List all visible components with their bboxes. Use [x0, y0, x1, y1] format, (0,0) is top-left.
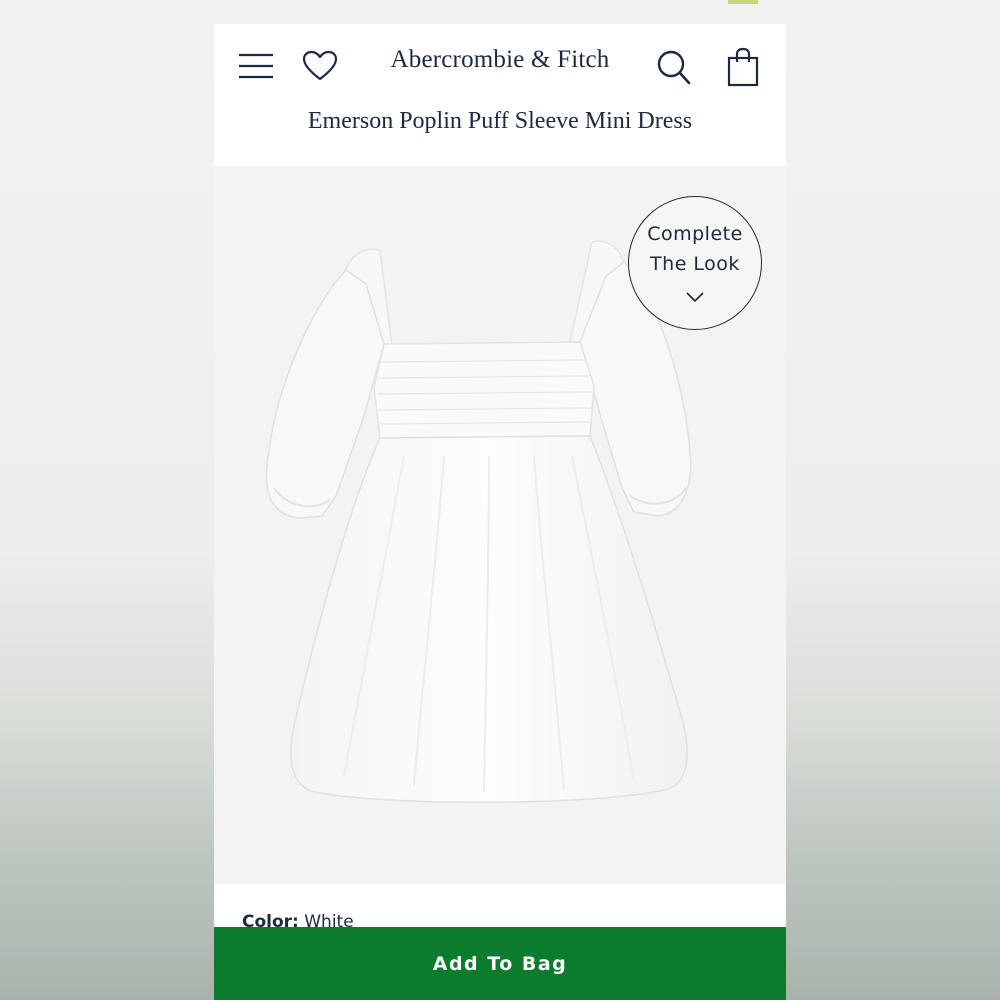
shopping-bag-button[interactable]: [724, 44, 762, 90]
site-header: Abercrombie & Fitch Emerson Poplin Puff …: [214, 24, 786, 166]
brand-logo[interactable]: Abercrombie & Fitch: [364, 46, 636, 80]
menu-button[interactable]: [234, 46, 278, 86]
complete-the-look-line2: The Look: [650, 253, 740, 275]
chevron-down-icon: [686, 292, 704, 303]
top-accent-bar: [728, 0, 758, 4]
add-to-bag-button[interactable]: Add To Bag: [214, 927, 786, 1000]
complete-the-look-button[interactable]: Complete The Look: [628, 196, 762, 330]
complete-the-look-line1: Complete: [647, 223, 743, 245]
product-title: Emerson Poplin Puff Sleeve Mini Dress: [307, 108, 693, 134]
search-button[interactable]: [654, 46, 694, 90]
menu-icon: [239, 53, 273, 79]
heart-icon: [302, 50, 338, 81]
product-image[interactable]: Complete The Look: [214, 166, 786, 884]
wishlist-button[interactable]: [300, 46, 340, 86]
product-page: Abercrombie & Fitch Emerson Poplin Puff …: [214, 24, 786, 1000]
shopping-bag-icon: [727, 47, 759, 87]
search-icon: [657, 50, 691, 85]
